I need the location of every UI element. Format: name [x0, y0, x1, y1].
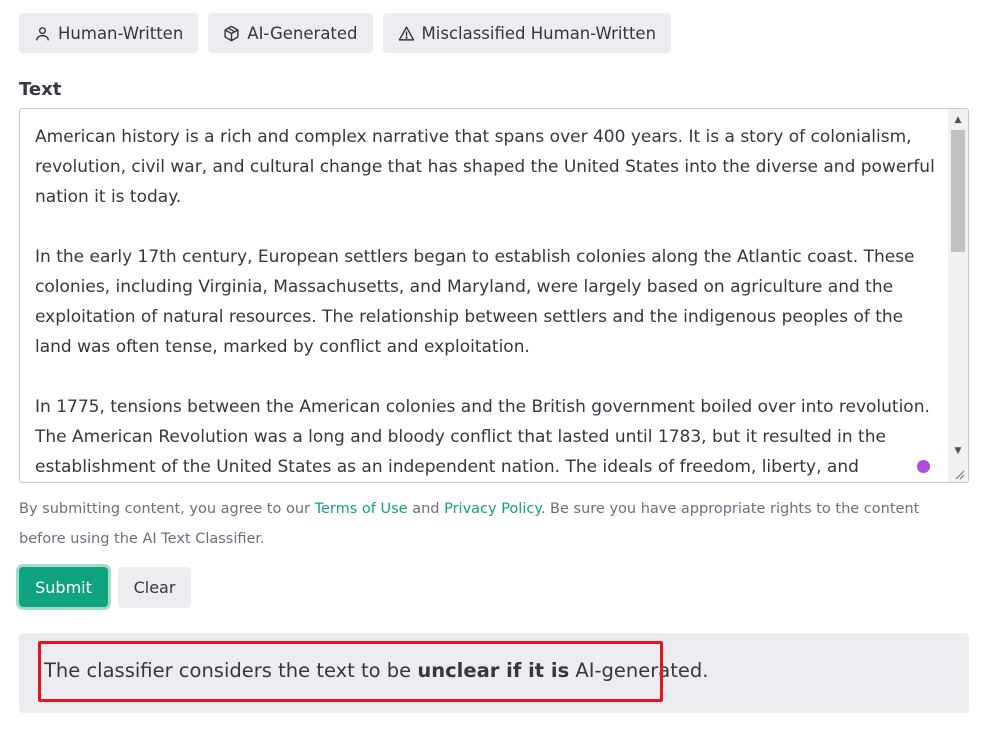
ai-generated-label: AI-Generated	[247, 23, 358, 43]
terms-of-use-link[interactable]: Terms of Use	[315, 501, 408, 517]
text-field-label: Text	[19, 79, 62, 100]
classification-result: The classifier considers the text to be …	[19, 633, 969, 713]
ai-generated-example-button[interactable]: AI-Generated	[208, 13, 373, 53]
scroll-down-arrow-icon[interactable]: ▼	[948, 442, 968, 460]
result-verdict: unclear if it is	[417, 659, 570, 682]
result-message: The classifier considers the text to be …	[44, 659, 708, 682]
submit-button[interactable]: Submit	[19, 567, 108, 607]
disclaimer-prefix: By submitting content, you agree to our	[19, 501, 315, 517]
misclassified-label: Misclassified Human-Written	[421, 23, 657, 43]
cube-icon	[223, 25, 240, 42]
result-suffix: AI-generated.	[569, 659, 709, 682]
text-paragraph: In the early 17th century, European sett…	[35, 247, 915, 357]
terms-disclaimer: By submitting content, you agree to our …	[19, 494, 969, 554]
textarea-scrollbar[interactable]: ▲ ▼	[948, 109, 968, 482]
misclassified-example-button[interactable]: Misclassified Human-Written	[382, 13, 672, 53]
example-buttons: Human-Written AI-Generated Misclassified…	[19, 13, 672, 53]
text-input-area[interactable]: American history is a rich and complex n…	[19, 108, 969, 483]
grammar-checker-dot[interactable]	[917, 460, 930, 473]
text-input-content[interactable]: American history is a rich and complex n…	[35, 122, 935, 482]
scroll-thumb[interactable]	[951, 130, 965, 252]
human-written-label: Human-Written	[58, 23, 184, 43]
clear-button[interactable]: Clear	[118, 567, 191, 608]
human-written-example-button[interactable]: Human-Written	[19, 13, 199, 53]
scroll-up-arrow-icon[interactable]: ▲	[948, 111, 968, 129]
text-paragraph: American history is a rich and complex n…	[35, 127, 935, 207]
privacy-policy-link[interactable]: Privacy Policy	[444, 501, 541, 517]
disclaimer-middle: and	[407, 501, 445, 517]
warning-triangle-icon	[398, 25, 415, 42]
result-prefix: The classifier considers the text to be	[44, 659, 418, 682]
resize-handle-icon[interactable]	[953, 468, 965, 480]
text-paragraph: In 1775, tensions between the American c…	[35, 397, 930, 477]
person-icon	[34, 25, 51, 42]
